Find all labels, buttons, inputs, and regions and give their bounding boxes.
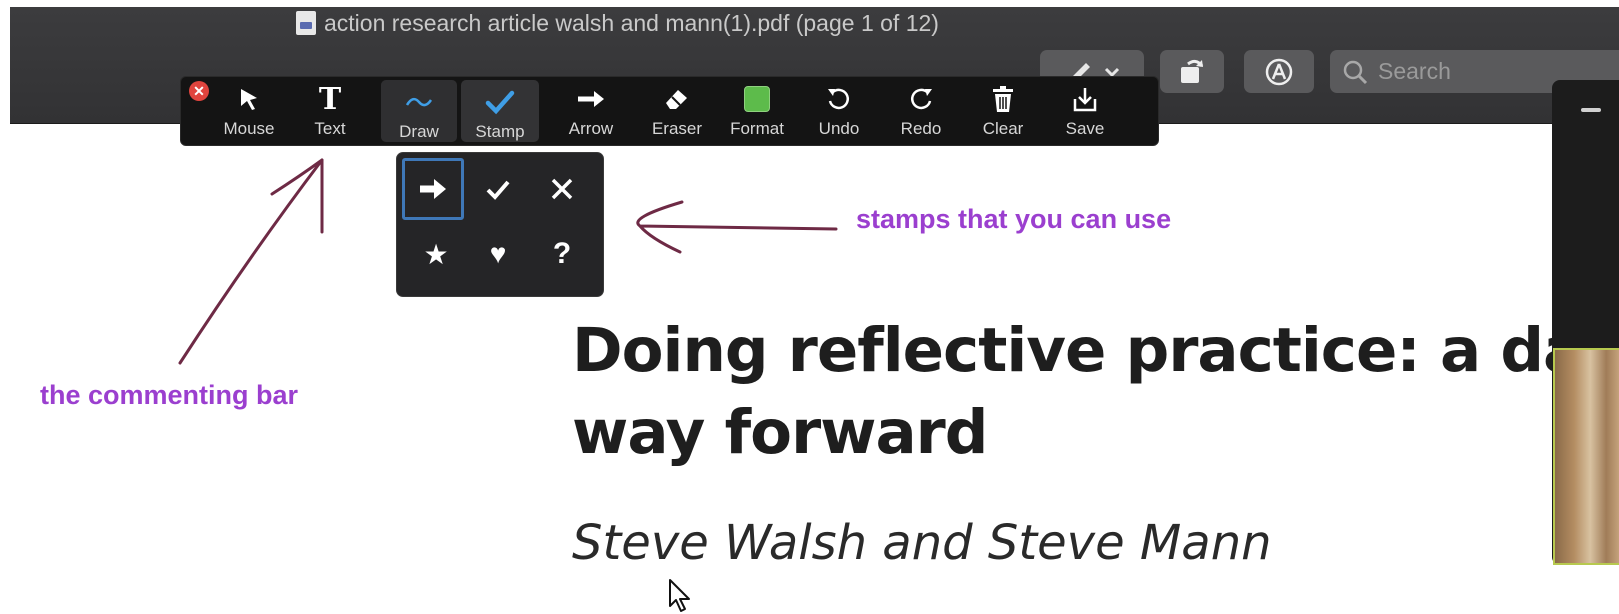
heading-line-2: way forward xyxy=(572,397,988,468)
document-authors: Steve Walsh and Steve Mann xyxy=(572,515,1272,571)
commenting-bar-annotation-note: the commenting bar xyxy=(40,380,299,410)
video-thumbnail[interactable] xyxy=(1553,348,1619,565)
heading-line-1: Doing reflective practice: a data- xyxy=(572,315,1619,386)
mouse-pointer-icon xyxy=(669,579,690,612)
arrow-to-commenting-bar xyxy=(178,158,324,365)
document-heading: Doing reflective practice: a data- way f… xyxy=(572,310,1619,474)
minimize-icon[interactable] xyxy=(1581,108,1601,112)
arrow-to-stamps xyxy=(636,200,838,254)
stamps-annotation-note: stamps that you can use xyxy=(856,204,1172,234)
